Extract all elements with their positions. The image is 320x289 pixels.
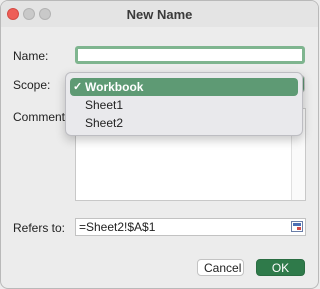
scope-option-label: Workbook: [85, 80, 144, 94]
window-title: New Name: [126, 7, 193, 22]
refers-to-label: Refers to:: [13, 221, 66, 235]
checkmark-icon: ✓: [73, 81, 83, 93]
scope-option-workbook[interactable]: ✓ Workbook: [70, 78, 298, 96]
refers-to-value: =Sheet2!$A$1: [79, 220, 156, 234]
refers-to-input[interactable]: =Sheet2!$A$1: [75, 218, 306, 236]
cancel-button[interactable]: Cancel: [197, 259, 244, 276]
scope-option-label: Sheet1: [85, 98, 124, 112]
titlebar: New Name: [1, 1, 318, 27]
scope-option-label: Sheet2: [85, 116, 124, 130]
new-name-dialog: New Name Name: Scope: Comment: ✓ Workboo…: [0, 0, 319, 289]
name-input[interactable]: [75, 46, 305, 64]
scope-option-sheet1[interactable]: Sheet1: [70, 96, 298, 114]
comment-label: Comment:: [13, 110, 69, 124]
scope-label: Scope:: [13, 78, 51, 92]
ok-button[interactable]: OK: [256, 259, 305, 276]
name-label: Name:: [13, 49, 49, 63]
collapse-dialog-icon[interactable]: [291, 221, 303, 232]
scope-option-sheet2[interactable]: Sheet2: [70, 114, 298, 132]
scope-dropdown-menu: ✓ Workbook Sheet1 Sheet2: [65, 72, 303, 136]
